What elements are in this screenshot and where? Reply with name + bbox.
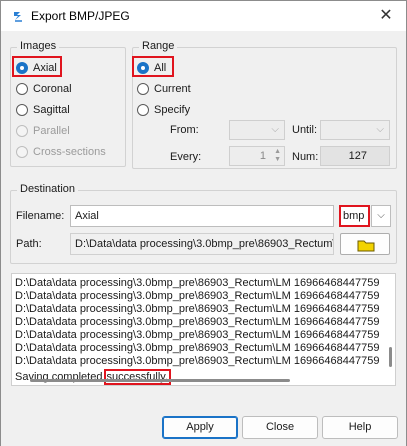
folder-icon [357,240,375,252]
title-bar: Export BMP/JPEG ✕ [1,1,406,31]
log-line: D:\Data\data processing\3.0bmp_pre\86903… [15,277,380,289]
radio-cross-sections: Cross-sections [16,144,106,160]
log-line: D:\Data\data processing\3.0bmp_pre\86903… [15,329,380,341]
horizontal-scrollbar[interactable] [30,379,290,382]
close-window-button[interactable]: ✕ [374,5,398,27]
range-group-title: Range [139,40,178,52]
log-output[interactable]: D:\Data\data processing\3.0bmp_pre\86903… [11,273,396,386]
radio-parallel-button [16,125,28,137]
chevron-down-icon: ⌵ [377,210,385,221]
filename-input[interactable]: Axial [70,205,334,227]
radio-sagittal-label: Sagittal [33,104,70,116]
log-line: D:\Data\data processing\3.0bmp_pre\86903… [15,290,380,302]
until-label: Until: [292,124,318,136]
app-icon [14,12,22,22]
format-dropdown-button[interactable]: ⌵ [371,205,391,227]
num-field: 127 [320,146,390,166]
radio-parallel-label: Parallel [33,125,70,137]
path-label: Path: [16,238,42,250]
radio-sagittal[interactable]: Sagittal [16,102,70,118]
close-icon[interactable]: ✕ [379,7,392,24]
radio-cross-sections-label: Cross-sections [33,146,106,158]
chevron-down-icon: ⌵ [271,124,279,135]
every-value: 1 [259,150,266,162]
log-line: D:\Data\data processing\3.0bmp_pre\86903… [15,342,380,354]
chevron-down-icon: ⌵ [376,124,384,135]
window-title: Export BMP/JPEG [31,9,130,23]
spin-arrows-icon[interactable]: ▲ ▼ [274,148,281,164]
format-highlight [339,205,370,227]
radio-current-button[interactable] [137,83,149,95]
radio-current[interactable]: Current [137,81,191,97]
radio-cross-sections-button [16,146,28,158]
export-dialog: Export BMP/JPEG ✕ Images Axial Coronal S… [0,0,407,446]
radio-coronal-label: Coronal [33,83,72,95]
log-line: D:\Data\data processing\3.0bmp_pre\86903… [15,355,380,367]
from-select[interactable]: ⌵ [229,120,285,140]
log-line: D:\Data\data processing\3.0bmp_pre\86903… [15,316,380,328]
radio-specify-label: Specify [154,104,191,116]
browse-folder-button[interactable] [340,233,390,255]
axial-highlight [12,56,62,77]
destination-group-title: Destination [17,183,79,195]
path-field: D:\Data\data processing\3.0bmp_pre\86903… [70,233,334,255]
all-highlight [132,56,174,77]
images-group-title: Images [17,40,60,52]
num-value: 127 [348,150,367,162]
close-button[interactable]: Close [242,416,318,439]
radio-coronal[interactable]: Coronal [16,81,72,97]
radio-parallel: Parallel [16,123,70,139]
every-spinner[interactable]: 1 ▲ ▼ [229,146,285,166]
num-label: Num: [292,151,319,163]
until-select[interactable]: ⌵ [320,120,390,140]
help-button[interactable]: Help [322,416,398,439]
apply-button[interactable]: Apply [162,416,238,439]
radio-specify[interactable]: Specify [137,102,190,118]
radio-sagittal-button[interactable] [16,104,28,116]
filename-label: Filename: [16,210,65,222]
radio-current-label: Current [154,83,191,95]
from-label: From: [170,124,199,136]
radio-coronal-button[interactable] [16,83,28,95]
log-line: D:\Data\data processing\3.0bmp_pre\86903… [15,303,380,315]
vertical-scrollbar[interactable] [389,347,392,367]
every-label: Every: [170,151,202,163]
radio-specify-button[interactable] [137,104,149,116]
